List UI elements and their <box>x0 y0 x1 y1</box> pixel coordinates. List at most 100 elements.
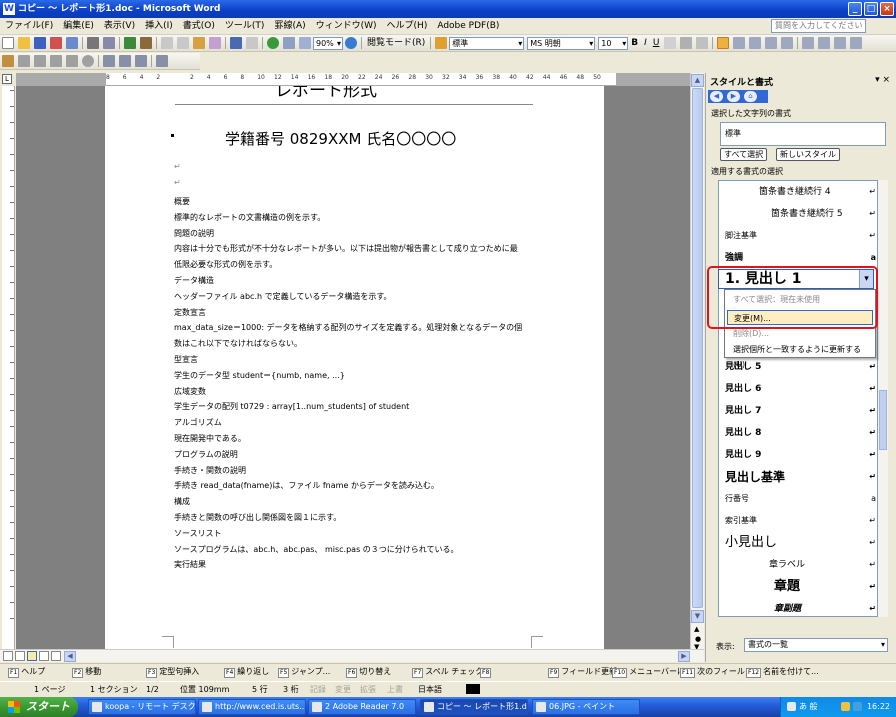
font-select[interactable]: MS 明朝 <box>527 37 596 50</box>
vertical-scrollbar[interactable]: ▲ ▼ ▲ ● ▼ <box>690 73 704 651</box>
ime-icon[interactable] <box>787 702 796 711</box>
vertical-ruler[interactable] <box>2 86 15 649</box>
copy-icon[interactable] <box>177 37 189 49</box>
tab-selector-icon[interactable]: L <box>2 74 12 84</box>
fkey-button[interactable]: F1 ヘルプ <box>8 666 45 678</box>
show-select[interactable]: 書式の一覧 <box>744 638 888 652</box>
doc-paragraph[interactable]: 構成 <box>174 496 190 507</box>
normal-view-icon[interactable] <box>3 651 13 661</box>
distribute-icon[interactable] <box>765 37 778 49</box>
line-spacing-icon[interactable] <box>781 37 794 49</box>
style-item[interactable]: 見出し 9 ↵ <box>719 444 877 466</box>
doc-paragraph[interactable]: ヘッダーファイル abc.h で定義しているデータ構造を示す。 <box>174 291 392 302</box>
bold-button[interactable]: B <box>628 35 641 52</box>
menu-help[interactable]: ヘルプ(H) <box>382 18 433 35</box>
doc-paragraph[interactable]: 広域変数 <box>174 386 206 397</box>
doc-paragraph[interactable]: 標準的なレポートの文書構造の例を示す。 <box>174 212 325 223</box>
style-item[interactable]: 見出し 8 ↵ <box>719 422 877 444</box>
fkey-button[interactable]: F5 ジャンプ... <box>278 666 330 678</box>
doc-paragraph[interactable]: 手続き・関数の説明 <box>174 465 246 476</box>
doc-subtitle[interactable]: 学籍番号 0829XXM 氏名〇〇〇〇 <box>225 128 456 149</box>
align-center-icon[interactable] <box>733 37 746 49</box>
status-record[interactable]: 記録 <box>310 684 326 695</box>
tray-app-icon[interactable] <box>841 702 850 711</box>
font-size-select[interactable]: 10 <box>598 37 629 50</box>
horizontal-scrollbar[interactable]: ◀ ▶ <box>0 649 704 662</box>
style-item[interactable]: 章題 ↵ <box>719 576 877 598</box>
scroll-up-button[interactable]: ▲ <box>691 74 704 87</box>
bullets-icon[interactable] <box>818 37 831 49</box>
fkey-button[interactable]: F12 名前を付けて... <box>746 666 819 678</box>
menu-view[interactable]: 表示(V) <box>99 18 140 35</box>
underline-button[interactable]: U <box>650 35 663 52</box>
table-grid-icon[interactable] <box>156 55 168 67</box>
new-doc-icon[interactable] <box>2 37 14 49</box>
style-item[interactable]: 章副題 ↵ <box>719 598 877 616</box>
spelling-status-icon[interactable] <box>466 684 480 694</box>
close-button[interactable]: × <box>880 2 894 16</box>
title-bar[interactable]: W コピー ～ レポート形1.doc - Microsoft Word _ □ … <box>0 0 896 18</box>
style-item[interactable]: 脚注基準 ↵ <box>719 225 877 247</box>
style-item[interactable]: 行番号 a <box>719 488 877 510</box>
redo-icon[interactable] <box>246 37 258 49</box>
undo-icon[interactable] <box>230 37 242 49</box>
style-item[interactable]: 見出し 6 ↵ <box>719 378 877 400</box>
doc-title[interactable]: レポート形式 <box>275 86 377 101</box>
fkey-button[interactable]: F11 次のフィールド <box>680 666 753 678</box>
doc-paragraph[interactable]: 型宣言 <box>174 354 198 365</box>
cut-icon[interactable] <box>161 37 173 49</box>
scroll-thumb[interactable] <box>692 88 703 608</box>
fkey-button[interactable]: F9 フィールド更新 <box>548 666 617 678</box>
spelling-icon[interactable] <box>124 37 136 49</box>
menu-edit[interactable]: 編集(E) <box>58 18 99 35</box>
home-icon[interactable]: ⌂ <box>744 91 757 102</box>
select-all-button[interactable]: すべて選択 <box>720 148 768 161</box>
align-right-icon[interactable] <box>749 37 762 49</box>
fkey-button[interactable]: F3 定型句挿入 <box>146 666 199 678</box>
doc-paragraph[interactable]: 概要 <box>174 196 190 207</box>
scroll-down-button[interactable]: ▼ <box>691 610 704 623</box>
web-view-icon[interactable] <box>15 651 25 661</box>
maximize-button[interactable]: □ <box>864 2 878 16</box>
doc-paragraph[interactable]: max_data_size＝1000: データを格納する配列のサイズを定義する。… <box>174 322 522 333</box>
doc-paragraph[interactable]: ソースリスト <box>174 528 222 539</box>
doc-paragraph[interactable]: 数はこれ以下でなければならない。 <box>174 338 302 349</box>
menu-tools[interactable]: ツール(T) <box>220 18 270 35</box>
new-style-button[interactable]: 新しいスタイル <box>776 148 840 161</box>
menu-table[interactable]: 罫線(A) <box>269 18 310 35</box>
char-icon-2[interactable] <box>34 55 46 67</box>
document-area[interactable]: レポート形式 学籍番号 0829XXM 氏名〇〇〇〇 ↵ ↵ 概要 標準的なレポー… <box>16 86 690 649</box>
char-icon-1[interactable] <box>18 55 30 67</box>
menu-format[interactable]: 書式(O) <box>178 18 220 35</box>
word-app-icon[interactable]: W <box>3 3 15 15</box>
open-folder-icon[interactable] <box>18 37 30 49</box>
menu-adobe-pdf[interactable]: Adobe PDF(B) <box>432 18 504 35</box>
line-icon-1[interactable] <box>103 55 115 67</box>
style-item[interactable]: 箇条書き継続行 4 ↵ <box>719 181 877 203</box>
hyperlink-icon[interactable] <box>267 37 279 49</box>
status-track[interactable]: 変更 <box>335 684 351 695</box>
tables-borders-icon[interactable] <box>283 37 295 49</box>
print-preview-icon[interactable] <box>103 37 115 49</box>
align-justify-icon[interactable] <box>717 37 730 49</box>
insert-table-icon[interactable] <box>299 37 311 49</box>
back-icon[interactable]: ◀ <box>710 91 723 102</box>
highlight-icon[interactable] <box>2 55 14 67</box>
document-page[interactable]: レポート形式 学籍番号 0829XXM 氏名〇〇〇〇 ↵ ↵ 概要 標準的なレポー… <box>105 86 604 649</box>
start-button[interactable]: スタート <box>0 697 78 717</box>
style-item[interactable]: 見出し基準 ↵ <box>719 466 877 488</box>
char-scale-icon[interactable] <box>696 37 709 49</box>
char-shading-icon[interactable] <box>680 37 693 49</box>
style-list[interactable]: 箇条書き継続行 4 ↵ 箇条書き継続行 5 ↵ 脚注基準 ↵ 強調 a 見出し 5 ↵ 見出し 6 ↵… <box>718 180 878 617</box>
doc-paragraph[interactable]: 低限必要な形式の例を示す。 <box>174 259 277 270</box>
doc-paragraph[interactable]: 実行結果 <box>174 559 206 570</box>
line-icon-3[interactable] <box>135 55 147 67</box>
taskbar-task-button[interactable]: 2 Adobe Reader 7.0 <box>308 699 416 715</box>
char-icon-3[interactable] <box>50 55 62 67</box>
fkey-button[interactable]: F8 <box>480 666 493 678</box>
style-select[interactable]: 標準 <box>449 37 525 50</box>
menu-item-update[interactable]: 選択個所と一致するように更新する(U) <box>727 342 873 369</box>
status-extend[interactable]: 拡張 <box>360 684 376 695</box>
taskbar-task-button[interactable]: http://www.ced.is.uts... <box>198 699 306 715</box>
pane-close-icon[interactable]: ▾ × <box>875 75 890 85</box>
